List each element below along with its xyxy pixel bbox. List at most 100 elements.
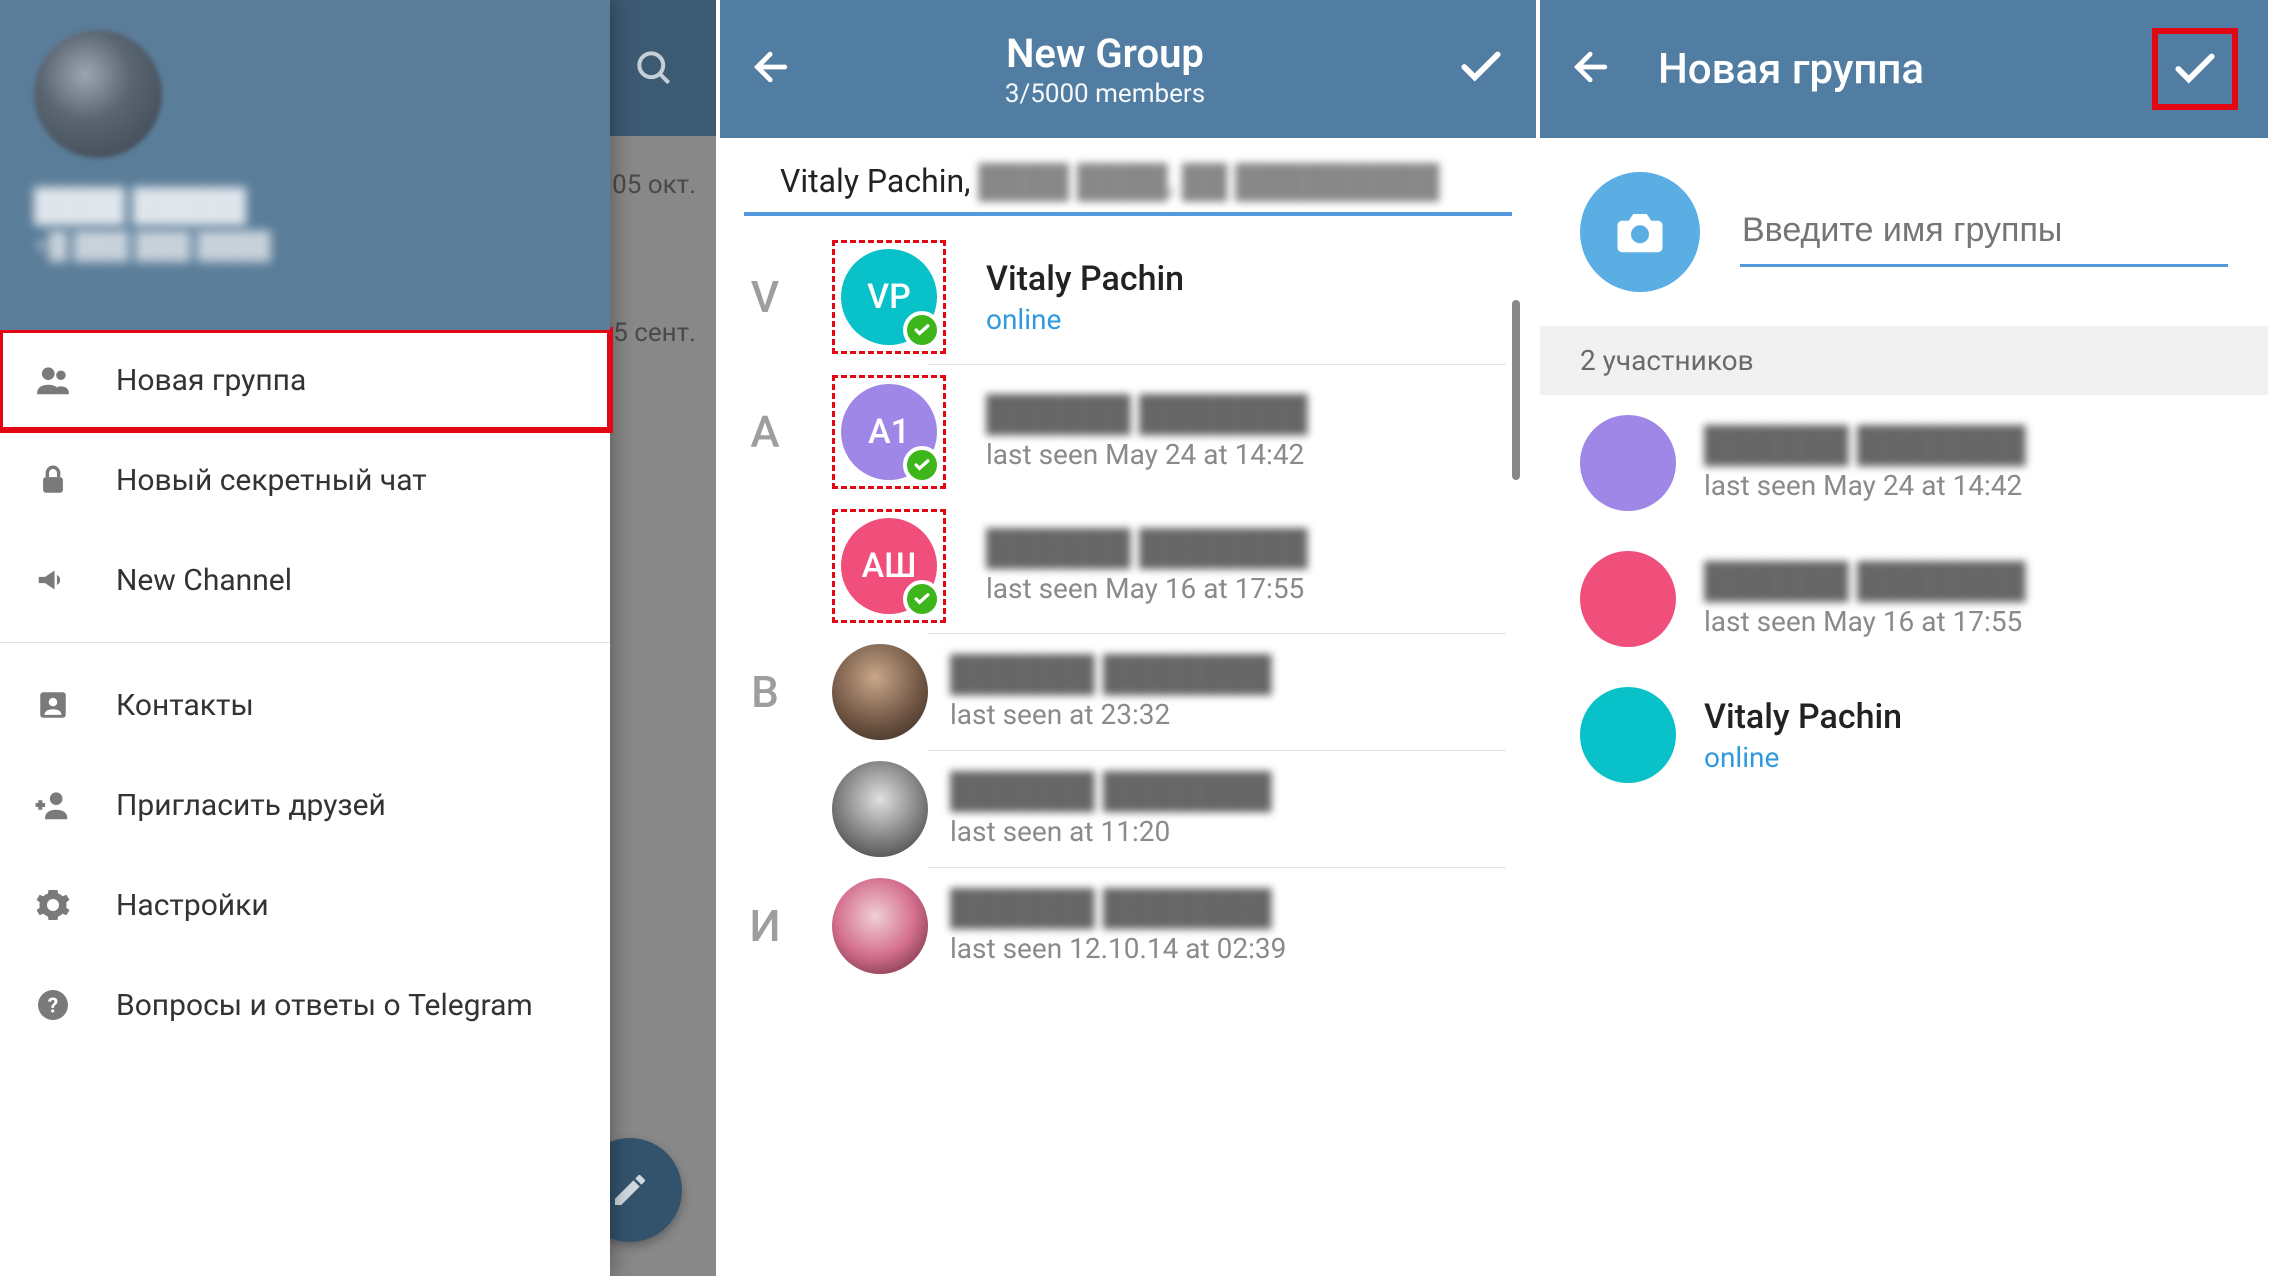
navigation-drawer: ████ █████ +█ ███ ███ ████ Новая группа … [0,0,610,1276]
member-row[interactable]: Vitaly Pachin online [1540,667,2268,803]
contact-avatar: АШ [841,518,937,614]
member-info: ██████ ███████ last seen May 24 at 14:42 [1704,425,2228,502]
group-photo-button[interactable] [1580,172,1700,292]
contact-row[interactable]: V VP Vitaly Pachinonline [720,230,1536,364]
add-person-icon [34,786,72,824]
selected-names[interactable]: Vitaly Pachin, ████ ████, ██ █████████ [744,138,1512,216]
selected-check-icon [903,311,941,349]
menu-faq[interactable]: ? Вопросы и ответы о Telegram [0,955,610,1055]
screen-drawer: 05 окт. 5 сент. ████ █████ +█ ███ ███ ██… [0,0,720,1276]
megaphone-icon [34,561,72,599]
contact-info: ██████ ███████ last seen May 16 at 17:55 [986,528,1506,605]
contact-name: ██████ ███████ [950,654,1506,694]
menu-settings[interactable]: Настройки [0,855,610,955]
menu-contacts[interactable]: Контакты [0,655,610,755]
group-name-input[interactable] [1740,197,2228,267]
contact-avatar: VP [841,249,937,345]
contact-icon [34,686,72,724]
topbar: New Group 3/5000 members [720,0,1536,138]
member-status: last seen May 16 at 17:55 [1704,605,2228,638]
member-info: Vitaly Pachin online [1704,697,2228,774]
member-name: Vitaly Pachin [1704,697,2228,737]
contact-name: ██████ ███████ [986,528,1506,568]
menu-invite-friends[interactable]: Пригласить друзей [0,755,610,855]
member-avatar [1580,687,1676,783]
menu-new-group[interactable]: Новая группа [0,330,610,430]
contact-row[interactable]: X██████ ███████last seen at 11:20 [720,751,1536,867]
member-name: ██████ ███████ [1704,561,2228,601]
menu-new-channel[interactable]: New Channel [0,530,610,630]
menu-label: Контакты [116,688,254,723]
drawer-menu: Новая группа Новый секретный чат New Cha… [0,330,610,1276]
confirm-icon[interactable] [1456,42,1506,96]
menu-label: Пригласить друзей [116,788,386,823]
menu-label: New Channel [116,563,292,598]
screen-title: Новая группа [1658,45,2108,94]
topbar: Новая группа [1540,0,2268,138]
avatar-wrap [832,878,928,974]
divider [0,642,610,643]
profile-avatar[interactable] [34,30,162,158]
member-status: last seen May 24 at 14:42 [1704,469,2228,502]
avatar-wrap: А1 [832,375,946,489]
contacts-list: VVPVitaly PachinonlineAА1██████ ███████l… [720,216,1536,984]
menu-new-secret-chat[interactable]: Новый секретный чат [0,430,610,530]
contact-avatar [832,644,928,740]
contact-name: ██████ ███████ [950,771,1506,811]
svg-text:?: ? [48,995,58,1019]
screen-group-name: Новая группа 2 участников ██████ ███████… [1540,0,2272,1276]
screen-select-members: New Group 3/5000 members Vitaly Pachin, … [720,0,1540,1276]
contact-status: last seen May 16 at 17:55 [986,572,1506,605]
member-avatar [1580,415,1676,511]
menu-label: Новый секретный чат [116,463,427,498]
section-letter: V [720,271,810,323]
contact-name: Vitaly Pachin [986,259,1506,299]
member-info: ██████ ███████ last seen May 16 at 17:55 [1704,561,2228,638]
menu-label: Вопросы и ответы о Telegram [116,988,533,1023]
contact-info: ██████ ███████ last seen 12.10.14 at 02:3… [950,888,1506,965]
member-name: ██████ ███████ [1704,425,2228,465]
contact-info: ██████ ███████ last seen at 11:20 [950,771,1506,848]
chat-date: 5 сент. [613,318,696,348]
avatar-wrap: АШ [832,509,946,623]
back-icon[interactable] [1570,45,1614,93]
help-icon: ? [34,986,72,1024]
scrollbar[interactable] [1512,300,1520,480]
members-count: 2 участников [1540,326,2268,395]
contact-info: ██████ ███████last seen at 23:32 [950,654,1506,731]
lock-icon [34,461,72,499]
section-letter: A [720,406,810,458]
search-icon[interactable] [632,46,676,90]
avatar-wrap: VP [832,240,946,354]
selected-name-text: Vitaly Pachin, [780,162,978,200]
profile-name: ████ █████ [34,186,576,224]
contact-avatar [832,878,928,974]
screen-title: New Group [784,30,1426,77]
contact-info: ██████ ███████last seen May 24 at 14:42 [986,394,1506,471]
contact-avatar [832,761,928,857]
confirm-button-highlighted[interactable] [2152,28,2238,110]
member-avatar [1580,551,1676,647]
chat-date: 05 окт. [612,170,696,200]
contact-status: last seen 12.10.14 at 02:39 [950,932,1506,965]
menu-label: Настройки [116,888,269,923]
gear-icon [34,886,72,924]
title-block: New Group 3/5000 members [784,30,1426,109]
member-row[interactable]: ██████ ███████ last seen May 16 at 17:55 [1540,531,2268,667]
drawer-header: ████ █████ +█ ███ ███ ████ [0,0,610,330]
group-setup-row [1540,138,2268,326]
member-status: online [1704,741,2228,774]
contact-info: Vitaly Pachinonline [986,259,1506,336]
contact-name: ██████ ███████ [950,888,1506,928]
contact-status: last seen May 24 at 14:42 [986,438,1506,471]
screen-subtitle: 3/5000 members [784,79,1426,109]
contact-status: last seen at 11:20 [950,815,1506,848]
group-icon [34,361,72,399]
member-row[interactable]: ██████ ███████ last seen May 24 at 14:42 [1540,395,2268,531]
contact-row[interactable]: И██████ ███████last seen 12.10.14 at 02:… [720,868,1536,984]
contact-row[interactable]: A А1 ██████ ███████last seen May 24 at 14:… [720,365,1536,499]
section-letter: В [720,666,810,718]
members-list: ██████ ███████last seen May 24 at 14:42█… [1540,395,2268,803]
contact-row[interactable]: В ██████ ███████last seen at 23:32 [720,634,1536,750]
contact-row[interactable]: XАШ██████ ███████last seen May 16 at 17:… [720,499,1536,633]
